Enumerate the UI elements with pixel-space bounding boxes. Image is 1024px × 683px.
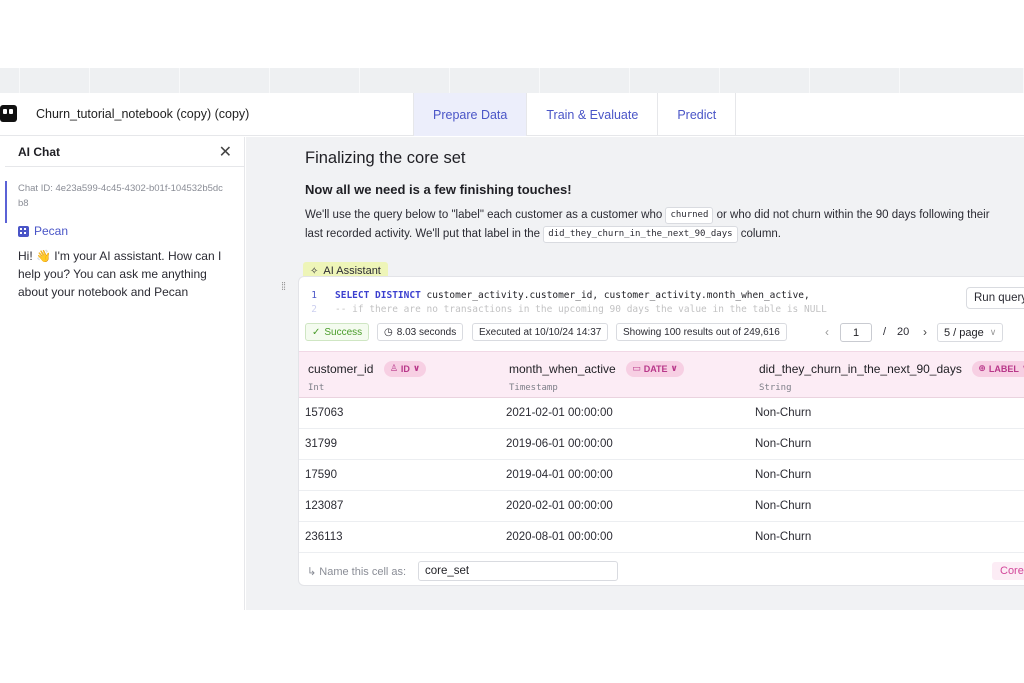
table-row: 236113 2020-08-01 00:00:00 Non-Churn — [299, 522, 1024, 553]
page-number-input[interactable]: 1 — [840, 323, 872, 342]
cell-name-label: ↳ Name this cell as: — [307, 566, 407, 578]
cell-label: Non-Churn — [755, 407, 812, 419]
tab-train-evaluate[interactable]: Train & Evaluate — [526, 93, 657, 136]
core-tag[interactable]: Core — [992, 562, 1024, 580]
column-type: Int — [308, 383, 325, 393]
cell-label: Non-Churn — [755, 500, 812, 512]
table-row: 31799 2019-06-01 00:00:00 Non-Churn — [299, 429, 1024, 460]
code-line-2: 2 -- if there are no transactions in the … — [299, 304, 827, 315]
executed-at-badge: Executed at 10/10/24 14:37 — [472, 323, 609, 341]
chat-message: Hi! 👋 I'm your AI assistant. How can I h… — [18, 249, 222, 299]
cell-month: 2019-04-01 00:00:00 — [506, 469, 613, 481]
tab-predict[interactable]: Predict — [657, 93, 737, 136]
duration-label: 8.03 seconds — [396, 326, 457, 338]
cell-label: Non-Churn — [755, 438, 812, 450]
pecan-logo-icon[interactable] — [0, 105, 17, 122]
run-query-button[interactable]: Run query — [966, 287, 1024, 309]
table-row: 123087 2020-02-01 00:00:00 Non-Churn — [299, 491, 1024, 522]
line-number: 2 — [311, 304, 317, 315]
column-header-month-when-active[interactable]: month_when_active ▭ DATE ∨ Timestamp — [509, 360, 684, 393]
chat-id: Chat ID: 4e23a599-4c45-4302-b01f-104532b… — [18, 183, 223, 209]
page-separator: / — [883, 326, 887, 338]
cell-month: 2021-02-01 00:00:00 — [506, 407, 613, 419]
stage-tabs: Prepare Data Train & Evaluate Predict — [413, 93, 737, 136]
sql-keyword: SELECT DISTINCT — [335, 290, 421, 301]
cell-footer: ↳ Name this cell as: core_set Core — [299, 556, 1024, 585]
ai-chat-panel: AI Chat ✕ Chat ID: 4e23a599-4c45-4302-b0… — [5, 137, 245, 610]
cell-month: 2020-02-01 00:00:00 — [506, 500, 613, 512]
section-description: We'll use the query below to "label" eac… — [305, 206, 1005, 244]
query-cell: 1 SELECT DISTINCT customer_activity.custo… — [298, 276, 1024, 586]
close-icon[interactable]: ✕ — [219, 142, 232, 162]
line-number: 1 — [311, 290, 317, 301]
badge-label: LABEL — [988, 363, 1019, 374]
cell-label: Non-Churn — [755, 469, 812, 481]
cell-customer-id: 17590 — [305, 469, 337, 481]
person-icon: ♙ — [389, 363, 398, 374]
section-subheading: Now all we need is a few finishing touch… — [305, 182, 572, 197]
sql-comment: -- if there are no transactions in the u… — [335, 304, 827, 315]
column-name: customer_id — [308, 361, 374, 376]
description-text-1: We'll use the query below to "label" eac… — [305, 209, 663, 221]
notebook-title: Churn_tutorial_notebook (copy) (copy) — [36, 107, 250, 121]
chat-header: AI Chat ✕ — [5, 137, 244, 167]
column-header-churn-label[interactable]: did_they_churn_in_the_next_90_days ⊕ LABE… — [759, 360, 1024, 393]
drag-handle-icon[interactable]: ⁞⁞ — [281, 281, 286, 293]
page-size-select[interactable]: 5 / page ∨ — [937, 323, 1004, 342]
page-total: 20 — [897, 326, 910, 338]
section-heading: Finalizing the core set — [305, 149, 466, 167]
check-circle-icon: ✓ — [312, 326, 321, 338]
chat-sender: Pecan — [18, 224, 68, 238]
page-size-value: 5 / page — [944, 326, 984, 339]
cell-customer-id: 123087 — [305, 500, 344, 512]
tab-prepare-data[interactable]: Prepare Data — [413, 93, 527, 136]
calendar-icon: ▭ — [632, 363, 641, 374]
code-line-1: 1 SELECT DISTINCT customer_activity.custo… — [299, 290, 810, 301]
chevron-down-icon: ∨ — [670, 363, 678, 374]
cell-label: Non-Churn — [755, 531, 812, 543]
cell-month: 2020-08-01 00:00:00 — [506, 531, 613, 543]
cell-name-input[interactable]: core_set — [418, 561, 618, 581]
pecan-bot-icon — [18, 225, 29, 237]
clock-icon: ◷ — [384, 326, 393, 338]
chat-sender-name: Pecan — [34, 224, 69, 238]
id-type-badge[interactable]: ♙ ID ∨ — [383, 360, 427, 377]
column-type: Timestamp — [509, 383, 558, 393]
table-row: 17590 2019-04-01 00:00:00 Non-Churn — [299, 460, 1024, 491]
execution-status-bar: ✓ Success ◷ 8.03 seconds Executed at 10/… — [299, 318, 1024, 346]
column-type: String — [759, 383, 792, 393]
badge-label: DATE — [643, 363, 668, 374]
column-name: did_they_churn_in_the_next_90_days — [759, 361, 962, 376]
cell-customer-id: 236113 — [305, 531, 343, 543]
success-badge: ✓ Success — [305, 323, 370, 341]
badge-label: ID — [400, 363, 410, 374]
column-name: month_when_active — [509, 361, 616, 376]
table-header: customer_id ♙ ID ∨ Int month_when_active ▭… — [299, 351, 1024, 398]
sql-text: customer_activity.customer_id, customer_… — [420, 290, 810, 301]
results-count-badge: Showing 100 results out of 249,616 — [616, 323, 787, 341]
success-label: Success — [324, 326, 363, 338]
duration-badge: ◷ 8.03 seconds — [377, 323, 464, 341]
chat-accent-bar — [5, 181, 7, 223]
chevron-right-icon[interactable]: › — [923, 325, 927, 339]
sparkle-icon: ✧ — [310, 265, 319, 277]
cell-month: 2019-06-01 00:00:00 — [506, 438, 613, 450]
chevron-left-icon[interactable]: ‹ — [825, 325, 829, 339]
column-code-chip: did_they_churn_in_the_next_90_days — [543, 226, 738, 243]
chat-title: AI Chat — [18, 145, 60, 159]
column-header-customer-id[interactable]: customer_id ♙ ID ∨ Int — [308, 360, 427, 393]
label-type-badge[interactable]: ⊕LABEL∨ — [972, 360, 1024, 377]
target-icon: ⊕ — [978, 363, 986, 374]
description-text-3: column. — [740, 228, 782, 240]
cell-customer-id: 31799 — [305, 438, 337, 450]
sql-editor[interactable]: 1 SELECT DISTINCT customer_activity.custo… — [299, 277, 1024, 315]
chevron-down-icon: ∨ — [412, 363, 421, 374]
churned-code-chip: churned — [665, 207, 714, 224]
table-row: 157063 2021-02-01 00:00:00 Non-Churn — [299, 398, 1024, 429]
top-strip — [0, 68, 1024, 93]
cell-customer-id: 157063 — [305, 407, 344, 419]
date-type-badge[interactable]: ▭ DATE ∨ — [626, 360, 684, 377]
app-header: Churn_tutorial_notebook (copy) (copy) Pr… — [0, 93, 1024, 136]
chevron-down-icon: ∨ — [989, 327, 997, 337]
